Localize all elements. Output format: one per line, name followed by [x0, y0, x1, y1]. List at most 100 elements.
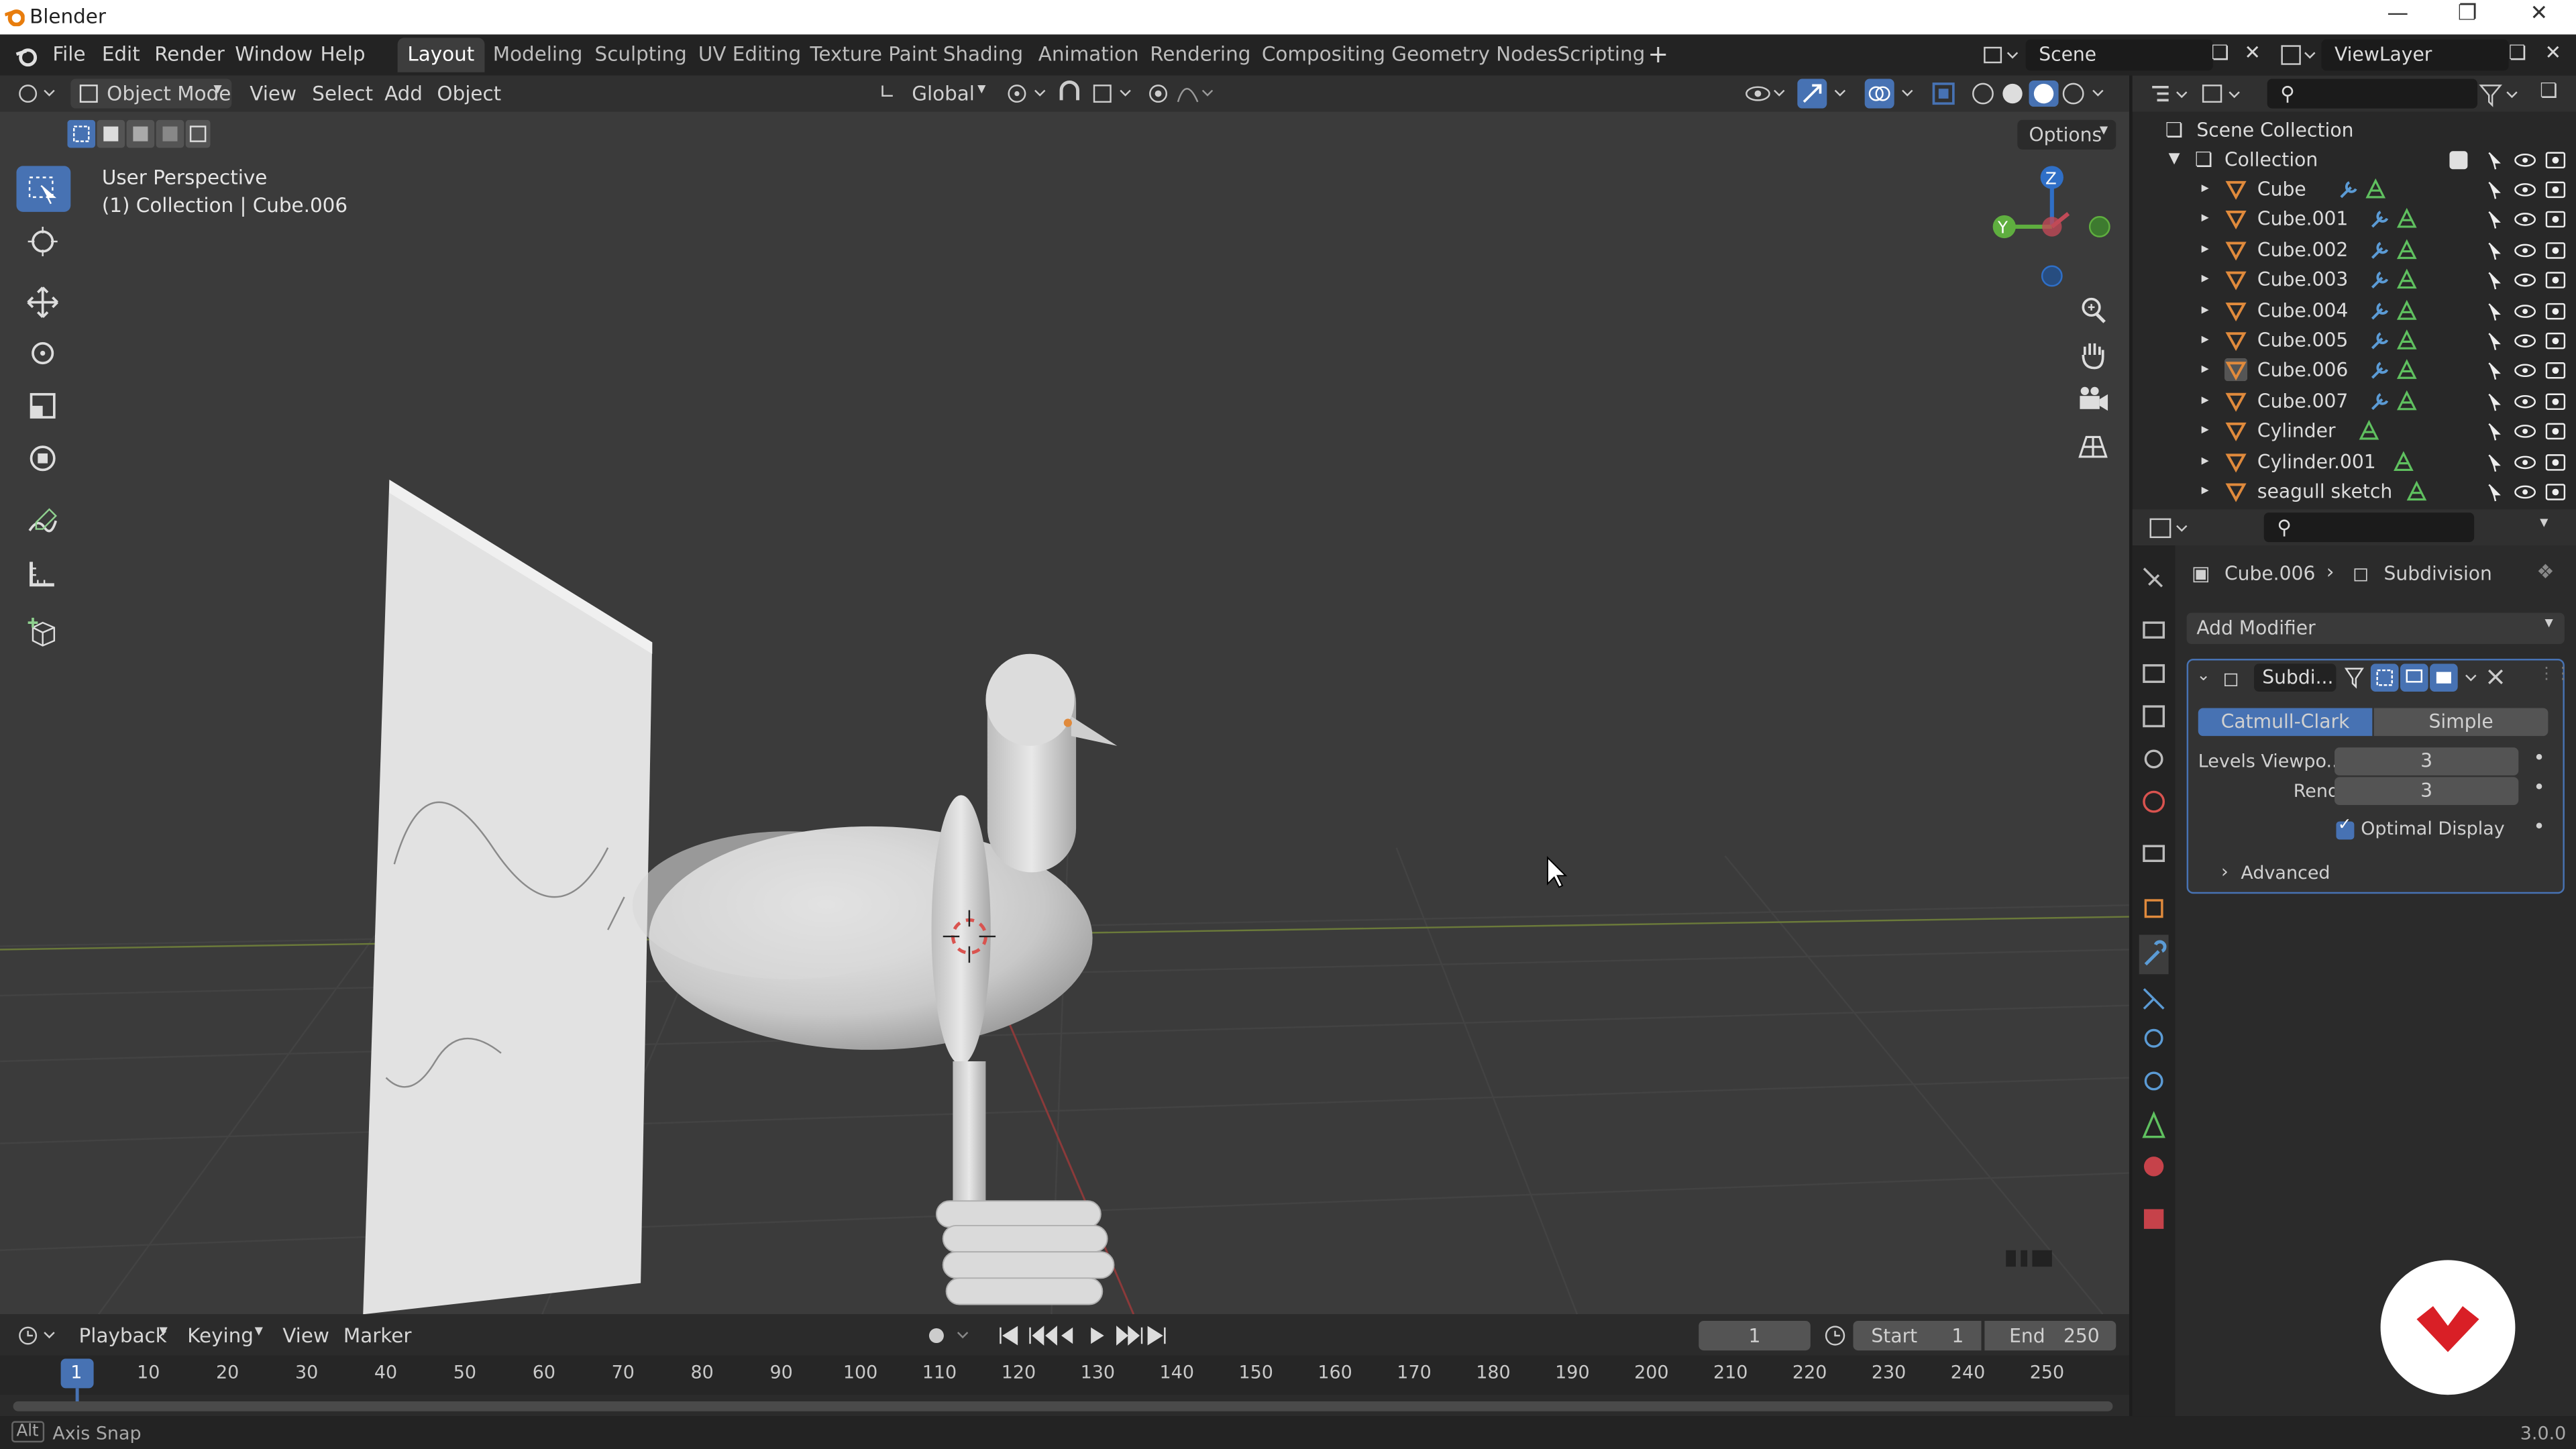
tab-geometry-nodes[interactable]: Geometry Nodes	[1382, 38, 1568, 72]
mesh-data-icon[interactable]	[2364, 177, 2387, 200]
timeline-menu-keying[interactable]: Keying	[187, 1324, 254, 1347]
wrench-icon[interactable]	[2367, 208, 2390, 231]
row-visibility-icons[interactable]	[2485, 360, 2571, 382]
timeline-menu-view[interactable]: View	[282, 1324, 329, 1347]
row-visibility-icons[interactable]	[2485, 209, 2571, 231]
wrench-icon[interactable]	[2367, 238, 2390, 261]
menu-window[interactable]: Window	[235, 43, 313, 66]
mesh-data-icon[interactable]	[2396, 329, 2418, 352]
outliner-row-object[interactable]: ▸ Cube.007	[2133, 386, 2576, 415]
row-visibility-icons[interactable]	[2485, 421, 2571, 442]
timeline-scrollbar[interactable]	[13, 1401, 2113, 1411]
row-visibility-icons[interactable]	[2485, 239, 2571, 261]
row-visibility-icons[interactable]	[2485, 390, 2571, 412]
outliner-row-object[interactable]: ▸ Cylinder.001	[2133, 446, 2576, 476]
expand-arrow-icon[interactable]: ▸	[2202, 392, 2209, 409]
tab-scripting[interactable]: Scripting	[1548, 38, 1655, 72]
row-visibility-icons[interactable]	[2485, 270, 2571, 291]
tab-modeling[interactable]: Modeling	[483, 38, 592, 72]
row-visibility-icons[interactable]	[2485, 179, 2571, 201]
outliner-row-object[interactable]: ▸ seagull sketch	[2133, 476, 2576, 506]
pin-icon[interactable]: ❖	[2536, 560, 2554, 583]
collection-visibility-icons[interactable]	[2485, 150, 2571, 171]
add-workspace-icon[interactable]: +	[1648, 40, 1668, 69]
tab-compositing[interactable]: Compositing	[1252, 38, 1395, 72]
expand-arrow-icon[interactable]: ▸	[2202, 332, 2209, 348]
outliner-row-object[interactable]: ▸ Cube	[2133, 174, 2576, 204]
tab-layout[interactable]: Layout	[397, 38, 484, 72]
modifier-visibility-toggles[interactable]	[2341, 663, 2518, 692]
properties-search-input[interactable]: ⚲	[2263, 513, 2475, 543]
collection-checkbox[interactable]	[2449, 151, 2468, 170]
mesh-data-icon[interactable]	[2396, 299, 2418, 321]
new-view-layer-icon[interactable]: ❏	[2509, 41, 2526, 64]
keyframe-dot-icon[interactable]: •	[2533, 775, 2544, 798]
chevron-down-icon[interactable]: ▾	[2540, 515, 2548, 533]
blender-menu-icon[interactable]	[15, 44, 38, 67]
expand-arrow-icon[interactable]: ▸	[2202, 302, 2209, 318]
wrench-icon[interactable]	[2367, 389, 2390, 412]
row-visibility-icons[interactable]	[2485, 451, 2571, 472]
remove-view-layer-icon[interactable]: ✕	[2545, 41, 2562, 64]
restore-icon[interactable]: ❐	[2458, 1, 2477, 26]
timeline-menu-marker[interactable]: Marker	[343, 1324, 412, 1347]
menu-help[interactable]: Help	[321, 43, 366, 66]
advanced-section-label[interactable]: Advanced	[2241, 863, 2330, 884]
3d-viewport[interactable]: Object Mode ▾ View Select Add Object ∟ G…	[0, 75, 2129, 1315]
view-layer-selector-icon[interactable]	[2280, 43, 2320, 69]
clock-icon[interactable]	[1823, 1324, 1846, 1347]
close-window-icon[interactable]: ✕	[2530, 1, 2548, 26]
expand-arrow-icon[interactable]: ▸	[2202, 241, 2209, 258]
properties-editor-type-icon[interactable]	[2149, 516, 2192, 542]
keyframe-dot-icon[interactable]: •	[2533, 746, 2544, 769]
scene-name-field[interactable]: Scene	[2025, 39, 2213, 71]
expand-arrow-icon[interactable]: ▼	[2169, 151, 2180, 167]
new-scene-icon[interactable]: ❏	[2211, 41, 2229, 64]
filter-icon[interactable]	[2477, 82, 2520, 108]
mesh-data-icon[interactable]	[2405, 480, 2428, 502]
modifier-name-field[interactable]: Subdi...	[2254, 663, 2337, 692]
mesh-data-icon[interactable]	[2396, 389, 2418, 412]
wrench-icon[interactable]	[2367, 268, 2390, 291]
levels-viewport-field[interactable]: 3	[2334, 747, 2519, 775]
outliner-editor-type-icon[interactable]	[2149, 82, 2192, 108]
wrench-icon[interactable]	[2367, 359, 2390, 382]
wrench-icon[interactable]	[2367, 299, 2390, 321]
minimize-icon[interactable]: —	[2387, 1, 2408, 26]
new-collection-icon[interactable]: ❏	[2540, 79, 2557, 102]
expand-arrow-icon[interactable]: ▸	[2202, 180, 2209, 197]
outliner-row-object[interactable]: ▸ Cylinder	[2133, 416, 2576, 445]
keyframe-dot-icon[interactable]: •	[2533, 815, 2544, 838]
expand-arrow-icon[interactable]: ▸	[2202, 483, 2209, 499]
expand-arrow-icon[interactable]: ▸	[2202, 362, 2209, 378]
row-visibility-icons[interactable]	[2485, 330, 2571, 352]
outliner-row-object[interactable]: ▸ Cube.005	[2133, 325, 2576, 355]
mesh-data-icon[interactable]	[2396, 268, 2418, 291]
outliner-row-object[interactable]: ▸ Cube.003	[2133, 265, 2576, 294]
collapse-arrow-icon[interactable]: ⌄	[2196, 667, 2210, 685]
tab-texture-paint[interactable]: Texture Paint	[800, 38, 947, 72]
mesh-data-icon[interactable]	[2396, 238, 2418, 261]
advanced-expand-icon[interactable]: ›	[2221, 861, 2229, 882]
expand-arrow-icon[interactable]: ▸	[2202, 453, 2209, 469]
expand-arrow-icon[interactable]: ▸	[2202, 272, 2209, 288]
expand-arrow-icon[interactable]: ▸	[2202, 423, 2209, 439]
wrench-icon[interactable]	[2336, 177, 2359, 200]
drag-handle-icon[interactable]: ⋮⋮	[2538, 665, 2571, 684]
properties-tab-icons[interactable]	[2139, 562, 2169, 1236]
menu-edit[interactable]: Edit	[102, 43, 140, 66]
simple-button[interactable]: Simple	[2373, 708, 2548, 737]
mesh-data-icon[interactable]	[2396, 359, 2418, 382]
remove-scene-icon[interactable]: ✕	[2244, 41, 2261, 64]
outliner-search-input[interactable]: ⚲	[2267, 78, 2478, 109]
display-mode-icon[interactable]	[2202, 82, 2245, 108]
tab-rendering[interactable]: Rendering	[1140, 38, 1260, 72]
timeline-menu-playback[interactable]: Playback	[79, 1324, 167, 1347]
current-frame-field[interactable]: 1	[1699, 1320, 1811, 1351]
expand-arrow-icon[interactable]: ▸	[2202, 211, 2209, 227]
timeline-editor-type-icon[interactable]	[15, 1322, 61, 1348]
catmull-clark-button[interactable]: Catmull-Clark	[2198, 708, 2373, 737]
outliner-row-object[interactable]: ▸ Cube.002	[2133, 235, 2576, 264]
start-frame-field[interactable]: Start 1	[1853, 1320, 1982, 1351]
row-visibility-icons[interactable]	[2485, 482, 2571, 503]
